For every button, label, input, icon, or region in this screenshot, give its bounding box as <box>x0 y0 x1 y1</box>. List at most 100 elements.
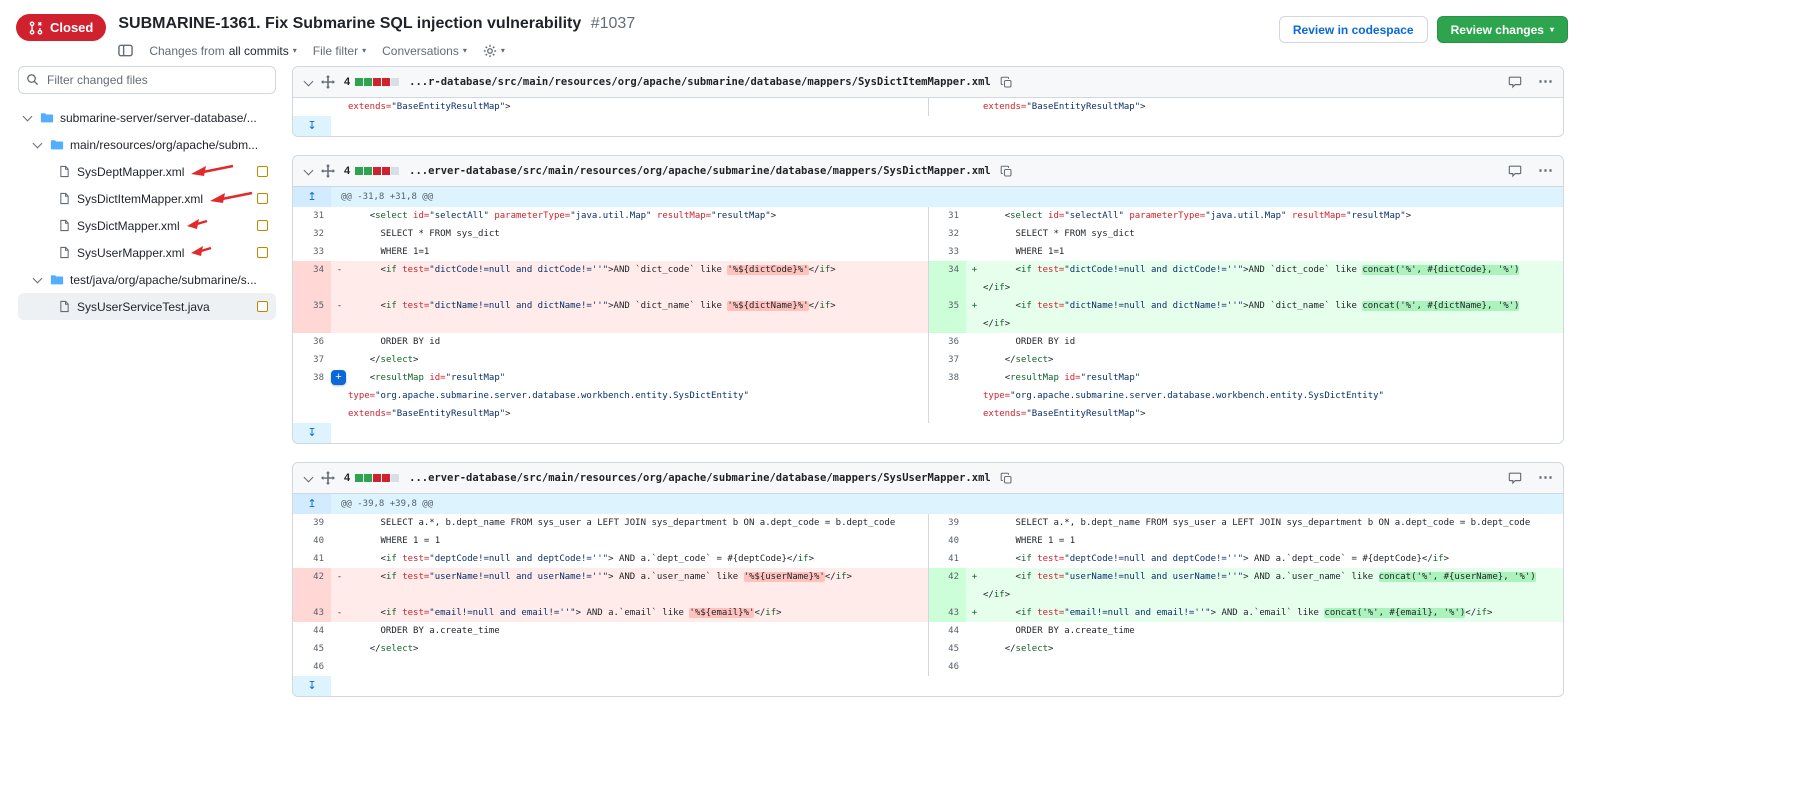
diff-settings-dropdown[interactable]: ▾ <box>483 44 505 58</box>
file-header-actions: ⋯ <box>1508 471 1553 485</box>
add-comment-button[interactable]: + <box>331 370 346 385</box>
line-number-new[interactable] <box>928 98 966 116</box>
tree-file-sysdeptmapper-xml[interactable]: SysDeptMapper.xml <box>18 158 276 185</box>
line-number-old[interactable]: 41 <box>293 550 331 568</box>
code-token: if <box>1021 572 1032 582</box>
comment-icon[interactable] <box>1508 471 1522 485</box>
expand-hunk-button[interactable]: ↥ <box>293 187 331 207</box>
line-number-new[interactable]: 37 <box>928 351 966 369</box>
line-number-old[interactable]: 42 <box>293 568 331 604</box>
line-number-old[interactable]: 44 <box>293 622 331 640</box>
collapse-file-chevron-icon[interactable] <box>304 76 314 86</box>
file-header: 4...erver-database/src/main/resources/or… <box>293 156 1563 187</box>
tree-file-sysuserservicetest-java[interactable]: SysUserServiceTest.java <box>18 293 276 320</box>
kebab-menu-icon[interactable]: ⋯ <box>1538 473 1553 483</box>
line-number-old[interactable]: 33 <box>293 243 331 261</box>
line-number-old[interactable]: 35 <box>293 297 331 333</box>
expand-down-button[interactable]: ↧ <box>293 423 331 443</box>
chevron-down-icon: ▾ <box>293 46 297 55</box>
changed-word: '%${dictName}%' <box>727 301 808 311</box>
line-number-old[interactable]: 31 <box>293 207 331 225</box>
tree-folder-main-resources-org-apache-subm[interactable]: main/resources/org/apache/subm... <box>18 131 276 158</box>
code-token: "email!=null and email!=''" <box>1064 608 1210 618</box>
line-number-new[interactable]: 34 <box>928 261 966 297</box>
code-token: > <box>1406 211 1411 221</box>
kebab-menu-icon[interactable]: ⋯ <box>1538 77 1553 87</box>
line-number-old[interactable]: 37 <box>293 351 331 369</box>
line-number-new[interactable]: 44 <box>928 622 966 640</box>
diff-toolbar: Changes from all commits ▾ File filter ▾… <box>118 43 635 58</box>
line-number-new[interactable]: 45 <box>928 640 966 658</box>
collapse-file-chevron-icon[interactable] <box>304 165 314 175</box>
expand-down-button[interactable]: ↧ <box>293 116 331 136</box>
sidebar-toggle-icon[interactable] <box>118 43 133 58</box>
conversations-dropdown[interactable]: Conversations ▾ <box>382 44 467 58</box>
line-number-old[interactable]: 43 <box>293 604 331 622</box>
modified-status-icon <box>257 220 268 231</box>
line-number-old[interactable]: 46 <box>293 658 331 676</box>
tree-folder-test-java-org-apache-submarine-s[interactable]: test/java/org/apache/submarine/s... <box>18 266 276 293</box>
tree-file-sysdictmapper-xml[interactable]: SysDictMapper.xml <box>18 212 276 239</box>
move-icon[interactable] <box>321 471 335 485</box>
diff-sign <box>966 225 983 243</box>
code-token: < <box>348 301 386 311</box>
file-filter-dropdown[interactable]: File filter ▾ <box>313 44 366 58</box>
code-token: test= <box>1037 554 1064 564</box>
expand-hunk-button[interactable]: ↥ <box>293 494 331 514</box>
code-token: if <box>836 572 847 582</box>
search-icon <box>26 73 39 86</box>
code-cell-new: <resultMap id="resultMap" type="org.apac… <box>983 369 1563 423</box>
kebab-menu-icon[interactable]: ⋯ <box>1538 166 1553 176</box>
diff-sign: + <box>966 261 983 297</box>
code-token: "selectAll" <box>1064 211 1124 221</box>
line-number-new[interactable]: 31 <box>928 207 966 225</box>
commits-dropdown[interactable]: Changes from all commits ▾ <box>149 44 296 58</box>
expand-down-button[interactable]: ↧ <box>293 676 331 696</box>
line-number-new[interactable]: 35 <box>928 297 966 333</box>
comment-icon[interactable] <box>1508 164 1522 178</box>
split-diff-table: ↥@@ -31,8 +31,8 @@31 <select id="selectA… <box>293 187 1563 443</box>
line-number-new[interactable]: 46 <box>928 658 966 676</box>
line-number-new[interactable]: 39 <box>928 514 966 532</box>
comment-icon[interactable] <box>1508 75 1522 89</box>
line-number-old[interactable]: 40 <box>293 532 331 550</box>
line-number-old[interactable]: 36 <box>293 333 331 351</box>
collapse-file-chevron-icon[interactable] <box>304 472 314 482</box>
code-cell-old: <resultMap id="resultMap" type="org.apac… <box>348 369 928 423</box>
tree-file-sysdictitemmapper-xml[interactable]: SysDictItemMapper.xml <box>18 185 276 212</box>
review-in-codespace-button[interactable]: Review in codespace <box>1279 16 1428 43</box>
copy-path-icon[interactable] <box>1000 76 1013 89</box>
tree-folder-submarine-server-server-database[interactable]: submarine-server/server-database/... <box>18 104 276 131</box>
line-number-new[interactable]: 38 <box>928 369 966 423</box>
line-number-old[interactable]: 39 <box>293 514 331 532</box>
line-number-new[interactable]: 32 <box>928 225 966 243</box>
chevron-down-icon: ▾ <box>463 46 467 55</box>
line-number-new[interactable]: 33 <box>928 243 966 261</box>
code-token: resultMap <box>1010 373 1059 383</box>
copy-path-icon[interactable] <box>1000 165 1013 178</box>
line-number-new[interactable]: 43 <box>928 604 966 622</box>
code-cell-old: <if test="deptCode!=null and deptCode!='… <box>348 550 928 568</box>
code-cell-old: extends="BaseEntityResultMap"> <box>348 98 928 116</box>
line-number-old[interactable]: 38 <box>293 369 331 423</box>
line-number-old[interactable]: 32 <box>293 225 331 243</box>
move-icon[interactable] <box>321 164 335 178</box>
code-token: ORDER BY id <box>348 337 440 347</box>
code-token: if <box>386 554 397 564</box>
line-number-new[interactable]: 42 <box>928 568 966 604</box>
line-number-new[interactable]: 40 <box>928 532 966 550</box>
tree-file-sysusermapper-xml[interactable]: SysUserMapper.xml <box>18 239 276 266</box>
line-number-new[interactable]: 41 <box>928 550 966 568</box>
move-icon[interactable] <box>321 75 335 89</box>
filter-files-input[interactable] <box>18 66 276 94</box>
code-token: < <box>983 301 1021 311</box>
changes-from-label: Changes from <box>149 44 224 58</box>
line-number-old[interactable]: 45 <box>293 640 331 658</box>
review-changes-button[interactable]: Review changes ▾ <box>1437 16 1568 43</box>
line-number-old[interactable] <box>293 98 331 116</box>
copy-path-icon[interactable] <box>1000 472 1013 485</box>
code-token: "BaseEntityResultMap" <box>1026 409 1140 419</box>
line-number-new[interactable]: 36 <box>928 333 966 351</box>
line-number-old[interactable]: 34 <box>293 261 331 297</box>
code-token: "resultMap" <box>1346 211 1406 221</box>
